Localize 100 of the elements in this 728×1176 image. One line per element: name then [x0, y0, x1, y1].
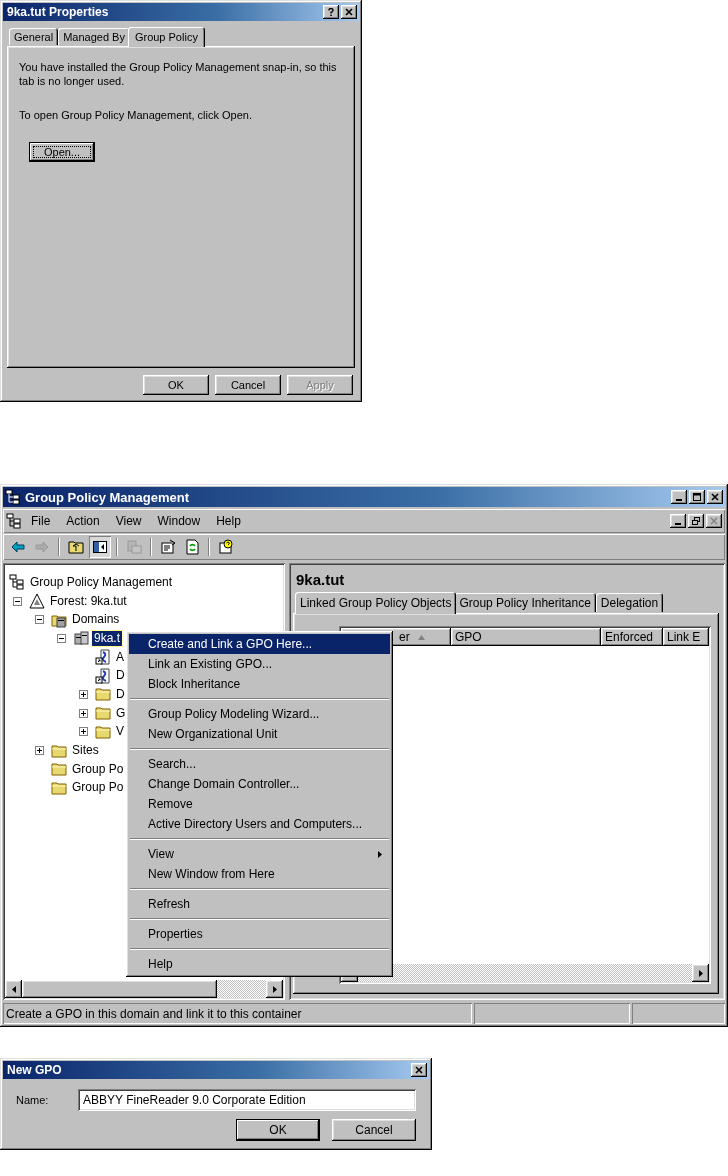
hierarchy-icon	[5, 489, 21, 505]
right-arrow-icon	[698, 969, 703, 977]
menu-item[interactable]: Change Domain Controller...	[129, 774, 390, 794]
up-folder-icon	[68, 539, 84, 555]
hierarchy-icon	[6, 513, 22, 529]
script-shortcut-icon	[95, 649, 111, 666]
tab[interactable]: Managed By	[58, 28, 130, 45]
tree-item[interactable]: Domains	[70, 612, 122, 628]
folder-icon	[95, 705, 111, 722]
menu-item[interactable]: New Window from Here	[129, 864, 390, 884]
close-icon	[345, 8, 353, 16]
tree-item[interactable]: D	[114, 686, 127, 702]
maximize-icon	[693, 493, 701, 501]
column-header[interactable]: Enforced	[601, 628, 663, 646]
tab[interactable]: Linked Group Policy Objects	[295, 592, 457, 614]
close-button[interactable]	[411, 1063, 427, 1077]
menu-item[interactable]: Create and Link a GPO Here...	[129, 634, 390, 654]
tab[interactable]: General	[9, 28, 59, 45]
submenu-arrow-icon	[378, 850, 382, 858]
tree-item[interactable]: A	[114, 649, 126, 665]
tree-item[interactable]: Group Po	[70, 780, 126, 796]
scroll-right-button[interactable]	[692, 964, 709, 982]
folder-icon	[51, 779, 67, 796]
close-button[interactable]	[706, 514, 722, 528]
expand-button[interactable]	[79, 689, 88, 699]
tab[interactable]: Delegation	[595, 593, 664, 612]
dialog-button[interactable]: Cancel	[332, 1119, 416, 1141]
folder-icon	[95, 686, 111, 703]
message-text: To open Group Policy Management, click Open.	[19, 108, 253, 122]
scroll-left-button[interactable]	[5, 980, 22, 998]
tree-item[interactable]: V	[114, 724, 126, 740]
help-icon	[327, 8, 335, 16]
maximize-button[interactable]	[689, 490, 705, 504]
menu-item[interactable]: Help	[209, 512, 248, 530]
menu-item[interactable]: File	[24, 512, 58, 530]
menu-item[interactable]: Properties	[129, 924, 390, 944]
folder-icon	[51, 761, 67, 778]
menu-item[interactable]: Remove	[129, 794, 390, 814]
back-arrow-icon	[10, 539, 26, 555]
menu-item[interactable]: Active Directory Users and Computers...	[129, 814, 390, 834]
name-field[interactable]: ABBYY FineReader 9.0 Corporate Edition	[78, 1089, 416, 1111]
collapse-button[interactable]	[35, 615, 44, 625]
menu-item[interactable]: View	[108, 512, 149, 530]
restore-icon	[692, 517, 700, 525]
expand-button[interactable]	[79, 727, 88, 737]
restore-button[interactable]	[688, 514, 704, 528]
menu-item[interactable]: Search...	[129, 754, 390, 774]
close-button[interactable]	[341, 5, 357, 19]
menu-item[interactable]: Action	[59, 512, 107, 530]
menu-item[interactable]: View	[129, 844, 390, 864]
hierarchy-icon	[9, 574, 25, 591]
tree-item[interactable]: Group Po	[70, 761, 126, 777]
expand-button[interactable]	[79, 708, 88, 718]
folder-icon	[51, 742, 67, 759]
open-button[interactable]: Open...	[29, 142, 95, 162]
tab[interactable]: Group Policy Inheritance	[454, 593, 596, 612]
tree-item[interactable]: Group Policy Management	[28, 574, 175, 590]
expand-button[interactable]	[35, 746, 44, 756]
pane-icon	[92, 539, 108, 555]
collapse-button[interactable]	[57, 633, 66, 643]
pane-title: 9ka.tut	[295, 570, 346, 590]
tab[interactable]: Group Policy	[127, 27, 205, 47]
column-header[interactable]: GPO	[451, 628, 601, 646]
close-icon	[711, 493, 719, 501]
minimize-button[interactable]	[671, 490, 687, 504]
toolbar-button[interactable]	[89, 536, 111, 558]
script-shortcut-icon	[95, 667, 111, 684]
tree-item[interactable]: D	[114, 668, 127, 684]
menu-item[interactable]: Group Policy Modeling Wizard...	[129, 704, 390, 724]
scroll-right-button[interactable]	[266, 980, 283, 998]
menu-item[interactable]: Window	[150, 512, 208, 530]
close-icon	[710, 517, 718, 525]
forward-arrow-icon	[34, 539, 50, 555]
menu-item[interactable]: Link an Existing GPO...	[129, 654, 390, 674]
tree-item[interactable]: G	[114, 705, 128, 721]
minimize-button[interactable]	[670, 514, 686, 528]
left-arrow-icon	[11, 985, 16, 993]
dialog-button[interactable]: OK	[143, 375, 209, 395]
menu-item[interactable]: Refresh	[129, 894, 390, 914]
scroll-thumb[interactable]	[22, 980, 217, 998]
close-button[interactable]	[707, 490, 723, 504]
tree-item[interactable]: Sites	[70, 743, 101, 759]
column-header[interactable]: Link E	[663, 628, 709, 646]
help-icon	[218, 539, 234, 555]
tree-item[interactable]: Forest: 9ka.tut	[48, 593, 129, 609]
collapse-button[interactable]	[13, 596, 22, 606]
field-label: Name:	[16, 1094, 50, 1106]
status-text: Create a GPO in this domain and link it to this container	[3, 1003, 472, 1024]
window-title: 9ka.tut Properties	[7, 5, 109, 19]
sort-arrow-icon	[417, 634, 425, 640]
folder-icon	[95, 723, 111, 740]
help-button[interactable]	[323, 5, 339, 19]
menu-item[interactable]: Help	[129, 954, 390, 974]
menu-item[interactable]: New Organizational Unit	[129, 724, 390, 744]
tree-item[interactable]: 9ka.t	[92, 630, 122, 646]
dialog-button[interactable]: Cancel	[215, 375, 281, 395]
window-title: Group Policy Management	[25, 489, 189, 505]
menu-item[interactable]: Block Inheritance	[129, 674, 390, 694]
properties-icon	[160, 539, 176, 555]
dialog-button[interactable]: OK	[236, 1119, 320, 1141]
